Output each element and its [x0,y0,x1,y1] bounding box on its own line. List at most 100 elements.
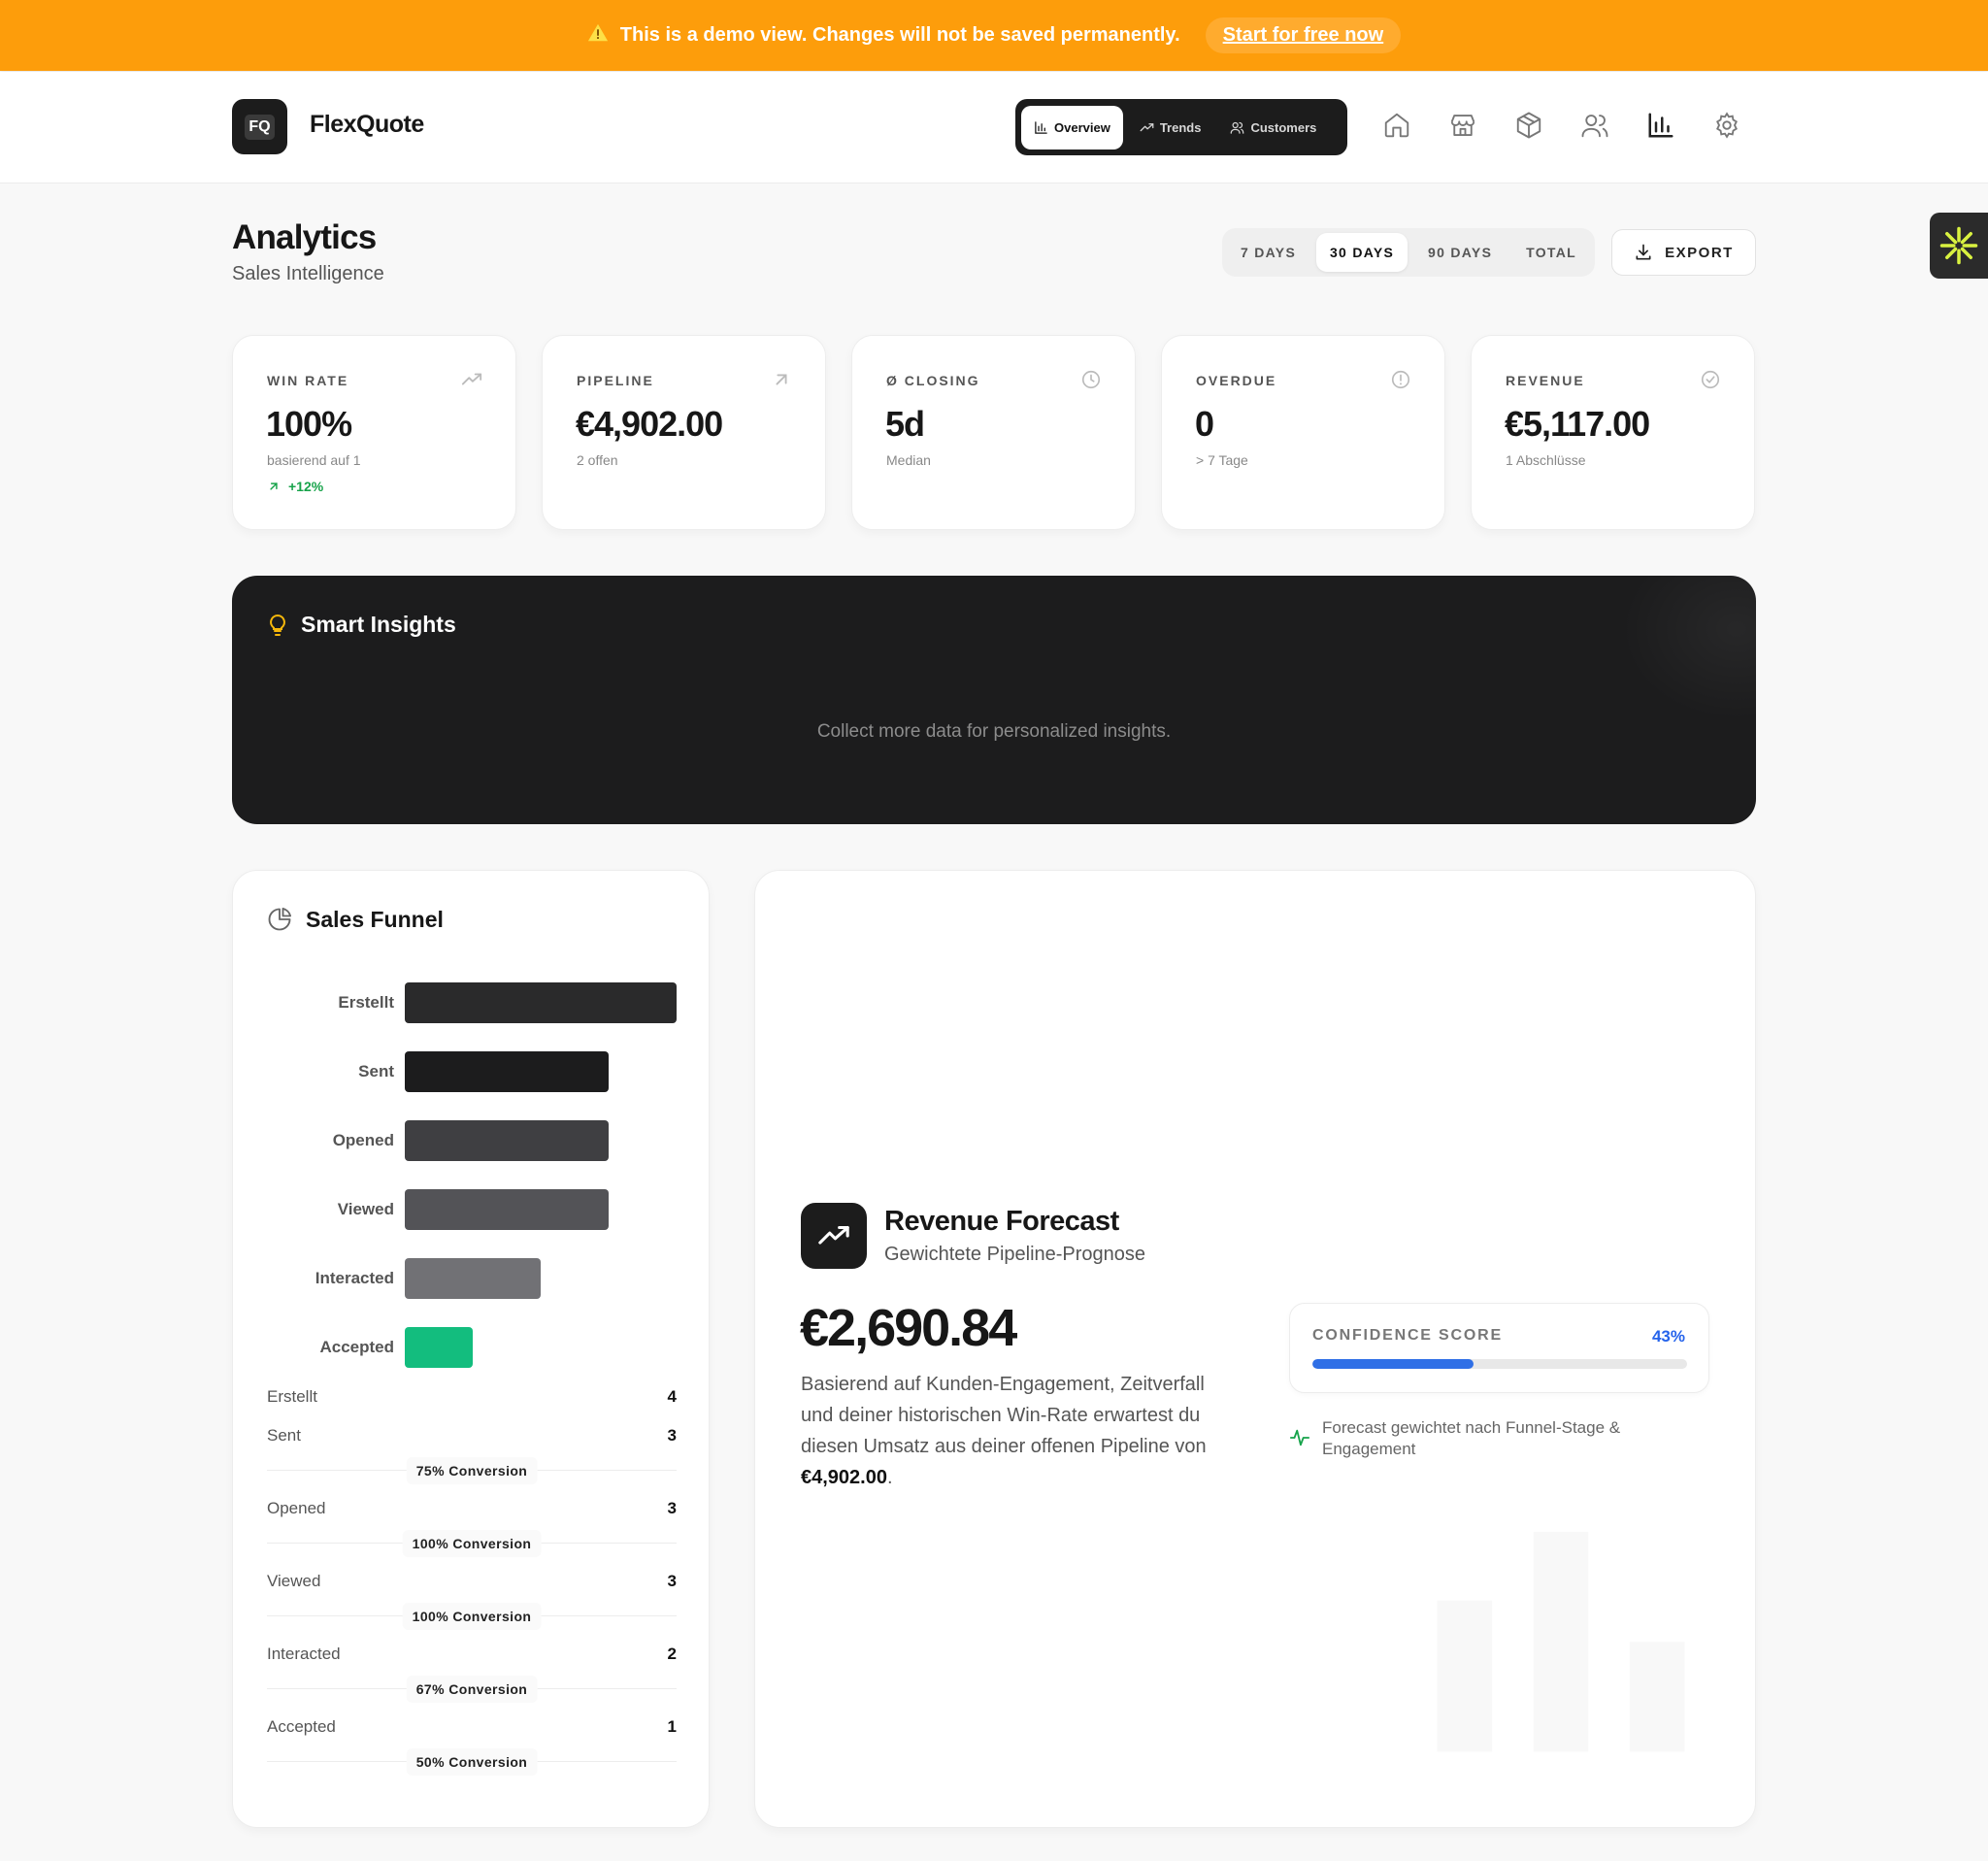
revenue-forecast-card: Revenue Forecast Gewichtete Pipeline-Pro… [754,870,1756,1828]
kpi-sub: 1 Abschlüsse [1506,452,1586,468]
home-icon[interactable] [1382,111,1413,142]
forecast-pipeline-value: €4,902.00 [801,1467,887,1488]
check-circle-icon [1701,370,1720,389]
insights-title: Smart Insights [266,612,456,638]
pie-chart-icon [268,907,292,931]
lightbulb-icon [270,614,285,636]
users-icon [1231,121,1244,134]
gear-icon[interactable] [1712,111,1743,142]
range-30-days[interactable]: 30 DAYS [1315,233,1408,272]
forecast-value: €2,690.84 [800,1299,1017,1357]
tab-customers[interactable]: Customers [1217,106,1329,150]
conversion-badge: 100% Conversion [402,1603,542,1630]
kpi-value: 0 [1195,404,1214,444]
funnel-conversion: 75% Conversion [267,1455,677,1484]
top-header: FQ FlexQuote Overview Trends Customers [0,72,1988,183]
funnel-stage-count: 4 [667,1387,677,1406]
funnel-stage-row: Opened 3 [267,1499,677,1522]
app-logo[interactable]: FQ [232,99,287,154]
bar-chart-icon[interactable] [1646,111,1677,142]
funnel-bar [405,1258,541,1299]
funnel-stage-row: Sent 3 [267,1426,677,1449]
funnel-stage-name: Opened [267,1499,326,1517]
funnel-bar-label: Sent [358,1062,394,1080]
funnel-bar-label: Accepted [319,1338,394,1356]
tab-customers-label: Customers [1250,119,1317,135]
alert-circle-icon [1391,370,1410,389]
kpi-sub: Median [886,452,931,468]
funnel-stage-count: 3 [667,1426,677,1445]
download-icon [1636,244,1651,260]
funnel-stage-count: 3 [667,1499,677,1517]
start-free-link[interactable]: Start for free now [1205,17,1402,53]
funnel-title-text: Sales Funnel [306,906,444,932]
trend-icon [1140,122,1154,131]
funnel-bar [405,1120,609,1161]
kpi-value: €5,117.00 [1505,404,1650,444]
tab-trends-label: Trends [1159,119,1202,135]
range-total[interactable]: TOTAL [1512,233,1590,272]
funnel-stage-row: Viewed 3 [267,1572,677,1595]
conversion-badge: 75% Conversion [406,1457,538,1484]
arrow-up-right-icon [270,482,278,490]
funnel-conversion: 50% Conversion [267,1746,677,1776]
kpi-value: 5d [885,404,925,444]
conversion-badge: 67% Conversion [406,1676,538,1703]
funnel-bar [405,1189,609,1230]
kpi-revenue: REVENUE €5,117.00 1 Abschlüsse [1471,335,1755,530]
funnel-stage-name: Erstellt [267,1387,317,1406]
insights-empty-state: Collect more data for personalized insig… [816,721,1172,742]
kpi-label: Ø CLOSING [886,373,980,388]
funnel-bar-label: Erstellt [338,993,394,1012]
funnel-stage-count: 1 [667,1717,677,1736]
feedback-tab[interactable] [1930,213,1988,279]
activity-icon [1289,1429,1310,1446]
sales-funnel-card: Sales Funnel Erstellt Sent Opened Viewed Int… [232,870,710,1828]
smart-insights-panel: Smart Insights Collect more data for per… [232,576,1756,824]
funnel-stage-row: Interacted 2 [267,1645,677,1668]
page-subtitle: Sales Intelligence [232,263,384,284]
store-icon[interactable] [1448,111,1479,142]
funnel-stage-name: Interacted [267,1645,341,1663]
kpi-label: WIN RATE [267,373,349,388]
funnel-stage-count: 3 [667,1572,677,1590]
demo-message: This is a demo view. Changes will not be… [587,22,1180,50]
kpi-pipeline: PIPELINE €4,902.00 2 offen [542,335,826,530]
brand-name[interactable]: FlexQuote [310,111,424,139]
users-icon[interactable] [1580,111,1611,142]
page-title: Analytics [232,218,377,256]
funnel-stage-name: Sent [267,1426,301,1445]
funnel-title: Sales Funnel [266,906,444,933]
tab-trends[interactable]: Trends [1127,106,1214,150]
kpi-sub: > 7 Tage [1196,452,1248,468]
funnel-stage-name: Viewed [267,1572,321,1590]
kpi-sub: 2 offen [577,452,618,468]
confidence-score-box: CONFIDENCE SCORE 43% [1289,1303,1709,1393]
funnel-bar-label: Interacted [315,1269,394,1287]
export-button[interactable]: EXPORT [1611,229,1756,276]
view-switcher: Overview Trends Customers [1015,99,1347,155]
forecast-description: Basierend auf Kunden-Engagement, Zeitver… [801,1374,1207,1488]
trend-up-icon [461,373,482,385]
conversion-badge: 100% Conversion [402,1530,542,1557]
funnel-stage-row: Erstellt 4 [267,1387,677,1411]
tab-overview-label: Overview [1054,119,1110,135]
range-7-days[interactable]: 7 DAYS [1227,233,1309,272]
funnel-stage-count: 2 [667,1645,677,1663]
forecast-description-text: Basierend auf Kunden-Engagement, Zeitver… [801,1374,1207,1457]
tab-overview[interactable]: Overview [1021,105,1123,150]
box-icon[interactable] [1514,111,1545,142]
range-90-days[interactable]: 90 DAYS [1414,233,1506,272]
decorative-glow [1620,576,1756,721]
insights-title-text: Smart Insights [301,612,456,637]
clock-icon [1081,370,1101,389]
forecast-note-text: Forecast gewichtet nach Funnel-Stage & E… [1322,1418,1621,1458]
warning-icon [587,22,609,50]
funnel-stage-name: Accepted [267,1717,336,1736]
kpi-win-rate: WIN RATE 100% basierend auf 1 +12% [232,335,516,530]
conversion-badge: 50% Conversion [406,1748,538,1776]
funnel-bar [405,1051,609,1092]
kpi-value: 100% [266,404,352,444]
funnel-stage-row: Accepted 1 [267,1717,677,1741]
kpi-sub: basierend auf 1 [267,452,361,468]
